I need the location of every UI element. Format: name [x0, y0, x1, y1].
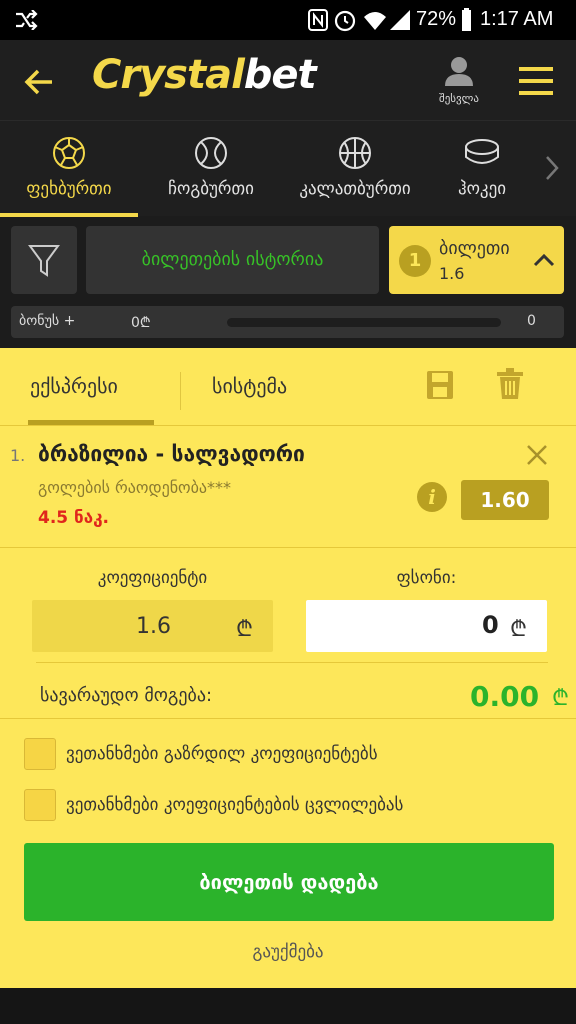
login-button[interactable]: შესვლა: [424, 56, 494, 112]
stake-input[interactable]: 0 ₾: [306, 600, 547, 652]
filter-button[interactable]: [11, 226, 77, 294]
hockey-puck-icon: [465, 139, 499, 164]
possible-win-label: სავარაუდო მოგება:: [40, 685, 213, 706]
login-label: შესვლა: [439, 92, 479, 105]
bonus-label: ბონუს +: [19, 313, 76, 329]
bet-market: გოლების რაოდენობა***: [38, 478, 232, 497]
bonus-bar: ბონუს + 0₾ 0: [11, 306, 564, 338]
tab-hockey[interactable]: ჰოკეი: [426, 121, 538, 217]
battery-icon: [462, 8, 471, 31]
bet-selection: 4.5 ნაკ.: [38, 508, 110, 528]
user-icon: [445, 57, 473, 86]
signal-icon: [390, 10, 410, 30]
ticket-count-badge: 1: [399, 245, 431, 277]
tab-soccer[interactable]: ფეხბურთი: [0, 121, 138, 217]
battery-percent: 72%: [416, 8, 457, 30]
bet-item: 1. ბრაზილია - სალვადორი გოლების რაოდენობ…: [0, 426, 576, 546]
bet-index: 1.: [10, 446, 26, 465]
agree-odds-change-label: ვეთანხმები კოეფიციენტების ცვლილებას: [66, 795, 404, 815]
bonus-progress-bar: [227, 318, 501, 327]
coefficient-label: კოეფიციენტი: [97, 568, 208, 588]
alarm-icon: [334, 10, 356, 32]
close-icon[interactable]: [526, 444, 548, 466]
tab-divider: [180, 372, 181, 410]
back-arrow-icon[interactable]: [24, 68, 54, 96]
hamburger-menu-icon[interactable]: [519, 66, 553, 96]
ticket-label: ბილეთი: [439, 238, 510, 259]
place-bet-button[interactable]: ბილეთის დადება: [24, 843, 554, 921]
clock: 1:17 AM: [480, 8, 554, 30]
wifi-icon: [364, 12, 386, 30]
tab-system[interactable]: სისტემა: [212, 374, 287, 398]
bet-odds-badge: 1.60: [461, 480, 549, 520]
agree-odds-change-checkbox[interactable]: [24, 789, 56, 821]
save-icon[interactable]: [426, 370, 454, 400]
ticket-summary-button[interactable]: 1 ბილეთი 1.6: [389, 226, 564, 294]
basketball-icon: [339, 137, 371, 169]
app-header: Crystalbet შესვლა: [0, 40, 576, 120]
stake-label: ფსონი:: [396, 568, 457, 588]
sports-tab-bar: ფეხბურთი ჩოგბურთი კალათბურთი ჰოკეი: [0, 120, 576, 217]
divider: [36, 662, 548, 663]
lari-icon: ₾: [236, 617, 253, 642]
tab-tennis[interactable]: ჩოგბურთი: [138, 121, 284, 217]
active-tab-indicator: [0, 213, 138, 217]
possible-win-value: 0.00: [470, 680, 540, 713]
soccer-ball-icon: [53, 137, 85, 169]
chevron-up-icon: [533, 253, 555, 267]
lari-icon: ₾: [510, 617, 527, 642]
bonus-value: 0: [527, 313, 536, 329]
bonus-amount: 0₾: [131, 315, 151, 331]
bet-match: ბრაზილია - სალვადორი: [38, 442, 305, 466]
funnel-icon: [28, 245, 60, 277]
coefficient-field: 1.6 ₾: [32, 600, 273, 652]
ticket-history-button[interactable]: ბილეთების ისტორია: [86, 226, 379, 294]
chevron-right-icon[interactable]: [544, 155, 560, 181]
nfc-icon: [308, 9, 328, 31]
svg-text:i: i: [428, 485, 436, 509]
status-bar: 72% 1:17 AM: [0, 0, 576, 40]
info-icon[interactable]: i: [416, 481, 448, 513]
lari-icon: ₾: [552, 686, 569, 711]
cancel-button[interactable]: გაუქმება: [0, 942, 576, 962]
trash-icon[interactable]: [497, 368, 523, 400]
agree-increased-odds-checkbox[interactable]: [24, 738, 56, 770]
tennis-ball-icon: [195, 137, 227, 169]
tab-basketball[interactable]: კალათბურთი: [284, 121, 426, 217]
crystalbet-logo: Crystalbet: [92, 52, 317, 98]
tab-express[interactable]: ექსპრესი: [30, 374, 118, 398]
ticket-odds: 1.6: [439, 264, 465, 283]
divider: [0, 718, 576, 719]
agree-increased-odds-label: ვეთანხმები გაზრდილ კოეფიციენტებს: [66, 744, 378, 764]
bottom-bar: [0, 988, 576, 1024]
shuffle-icon: [16, 10, 38, 30]
divider: [0, 547, 576, 548]
